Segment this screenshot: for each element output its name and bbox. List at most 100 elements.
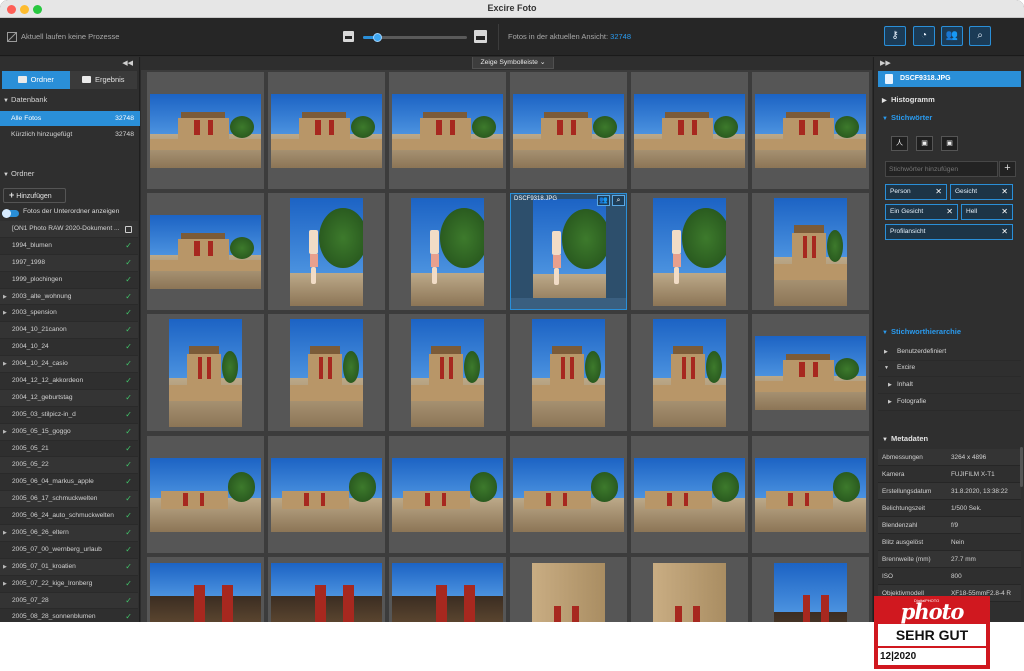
folder-item[interactable]: 2005_06_04_markus_apple ✓ bbox=[0, 474, 138, 492]
folder-item[interactable]: ▶ 2005_06_26_eltern ✓ bbox=[0, 525, 138, 542]
folders-section-header[interactable]: ▼ Ordner bbox=[0, 167, 140, 180]
folder-item[interactable]: ▶ 2003_spension ✓ bbox=[0, 305, 138, 323]
database-all-photos[interactable]: Alle Fotos 32748 bbox=[0, 111, 140, 126]
photo-thumbnail[interactable] bbox=[752, 72, 869, 189]
photo-thumbnail[interactable] bbox=[631, 436, 748, 553]
keyword-hierarchy-header[interactable]: ▼ Stichworthierarchie bbox=[878, 325, 1021, 339]
chevron-right-icon[interactable]: ▶ bbox=[3, 559, 7, 575]
metadata-section-header[interactable]: ▼ Metadaten bbox=[878, 432, 1021, 446]
photo-thumbnail[interactable] bbox=[752, 436, 869, 553]
show-symbolbar-button[interactable]: Zeige Symbolleiste ⌄ bbox=[472, 57, 554, 69]
add-folder-button[interactable]: + Hinzufügen bbox=[3, 188, 66, 203]
right-panel-scrollbar[interactable] bbox=[1020, 447, 1023, 487]
hierarchy-item[interactable]: ▼ Excire bbox=[878, 360, 1021, 377]
keyword-import-button[interactable]: ▣ bbox=[916, 136, 933, 151]
photo-thumbnail[interactable] bbox=[631, 72, 748, 189]
folder-item[interactable]: 1999_plochingen ✓ bbox=[0, 272, 138, 289]
subfolder-toggle[interactable] bbox=[2, 209, 19, 218]
keyword-export-button[interactable]: ▣ bbox=[941, 136, 958, 151]
photo-thumbnail[interactable] bbox=[752, 557, 869, 622]
keyword-tag[interactable]: Gesicht ✕ bbox=[950, 184, 1013, 200]
thumbnail-size-slider[interactable] bbox=[363, 33, 467, 42]
folder-item[interactable]: 1994_blumen ✓ bbox=[0, 238, 138, 255]
remove-tag-icon[interactable]: ✕ bbox=[935, 185, 942, 199]
tab-ordner[interactable]: Ordner bbox=[2, 71, 70, 89]
photo-thumbnail[interactable] bbox=[389, 557, 506, 622]
chevron-right-icon[interactable]: ▶ bbox=[3, 356, 7, 372]
photo-thumbnail[interactable] bbox=[147, 72, 264, 189]
photo-thumbnail[interactable] bbox=[752, 314, 869, 431]
search-button[interactable]: ⌕ bbox=[969, 26, 991, 46]
small-thumbnail-icon[interactable] bbox=[343, 31, 354, 42]
keyword-tag[interactable]: Profilansicht ✕ bbox=[885, 224, 1013, 240]
photo-thumbnail[interactable] bbox=[147, 557, 264, 622]
photo-thumbnail[interactable] bbox=[510, 557, 627, 622]
chevron-right-icon[interactable]: ▶ bbox=[3, 289, 7, 305]
similarity-search-button[interactable]: ◔ bbox=[913, 26, 935, 46]
keyword-search-button[interactable]: ⚷ bbox=[884, 26, 906, 46]
add-keyword-button[interactable]: + bbox=[999, 161, 1016, 177]
chevron-right-icon[interactable]: ▶ bbox=[3, 576, 7, 592]
folder-item[interactable]: ▶ 2005_07_22_kige_lronberg ✓ bbox=[0, 576, 138, 593]
photo-thumbnail[interactable] bbox=[510, 436, 627, 553]
face-search-icon[interactable]: 👥 bbox=[597, 195, 610, 206]
folder-item[interactable]: 2005_07_28 ✓ bbox=[0, 592, 138, 610]
histogram-section-header[interactable]: ▶ Histogramm bbox=[878, 93, 1021, 107]
keyword-tag[interactable]: Hell ✕ bbox=[961, 204, 1013, 220]
zoom-icon[interactable]: ⌕ bbox=[612, 195, 625, 206]
database-recently-added[interactable]: Kürzlich hinzugefügt 32748 bbox=[0, 127, 140, 142]
folder-item[interactable]: ▶ 2005_07_01_kroatien ✓ bbox=[0, 558, 138, 576]
hierarchy-item[interactable]: ▶ Benutzerdefiniert bbox=[878, 344, 1021, 361]
thumbnail-action-strip[interactable] bbox=[511, 298, 626, 309]
photo-thumbnail[interactable] bbox=[631, 193, 748, 310]
keyword-tag[interactable]: Person ✕ bbox=[885, 184, 947, 200]
photo-thumbnail[interactable] bbox=[147, 193, 264, 310]
photo-thumbnail[interactable] bbox=[752, 193, 869, 310]
photo-thumbnail[interactable] bbox=[147, 314, 264, 431]
database-section-header[interactable]: ▼ Datenbank bbox=[0, 93, 140, 106]
photo-thumbnail[interactable] bbox=[389, 436, 506, 553]
photo-thumbnail[interactable] bbox=[510, 72, 627, 189]
folder-item[interactable]: 2005_03_stilpicz-in_d ✓ bbox=[0, 407, 138, 424]
folder-item[interactable]: 2005_05_22 ✓ bbox=[0, 457, 138, 475]
photo-thumbnail[interactable] bbox=[631, 314, 748, 431]
remove-tag-icon[interactable]: ✕ bbox=[946, 205, 953, 219]
chevron-right-icon[interactable]: ▶ bbox=[3, 424, 7, 440]
photo-thumbnail[interactable] bbox=[389, 72, 506, 189]
folder-item[interactable]: 2004_12_geburtstag ✓ bbox=[0, 389, 138, 407]
keyword-tag[interactable]: Ein Gesicht ✕ bbox=[885, 204, 958, 220]
remove-tag-icon[interactable]: ✕ bbox=[1001, 225, 1008, 239]
folder-item[interactable]: 1997_1998 ✓ bbox=[0, 254, 138, 272]
chevron-right-icon[interactable]: ▶ bbox=[3, 525, 7, 541]
photo-thumbnail-selected[interactable]: DSCF9318.JPG 👥 ⌕ bbox=[510, 193, 627, 310]
photo-thumbnail[interactable] bbox=[268, 436, 385, 553]
folder-item[interactable]: [ON1 Photo RAW 2020-Dokument ... bbox=[0, 221, 138, 238]
keyword-input[interactable] bbox=[885, 161, 998, 177]
folder-item[interactable]: 2005_08_28_sonnenblumen ✓ bbox=[0, 609, 138, 622]
photo-thumbnail[interactable] bbox=[268, 314, 385, 431]
collapse-right-panel-button[interactable]: ▶▶ bbox=[880, 59, 891, 67]
tab-ergebnis[interactable]: Ergebnis bbox=[69, 71, 137, 89]
photo-thumbnail[interactable] bbox=[389, 193, 506, 310]
slider-handle[interactable] bbox=[372, 33, 382, 42]
photo-thumbnail[interactable] bbox=[268, 72, 385, 189]
photo-thumbnail[interactable] bbox=[268, 557, 385, 622]
hierarchy-item[interactable]: ▶ Fotografie bbox=[878, 394, 1021, 411]
photo-thumbnail[interactable] bbox=[268, 193, 385, 310]
collapse-left-panel-button[interactable]: ◀◀ bbox=[122, 59, 133, 67]
folder-item[interactable]: ▶ 2004_10_24_casio ✓ bbox=[0, 356, 138, 374]
checkbox-icon[interactable] bbox=[125, 226, 132, 233]
photo-thumbnail[interactable] bbox=[389, 314, 506, 431]
face-search-button[interactable]: 👥 bbox=[941, 26, 963, 46]
folder-item[interactable]: 2004_10_21canon ✓ bbox=[0, 322, 138, 340]
folder-item[interactable]: 2005_07_00_wernberg_urlaub ✓ bbox=[0, 542, 138, 559]
folder-item[interactable]: 2004_10_24 ✓ bbox=[0, 339, 138, 357]
large-thumbnail-icon[interactable] bbox=[474, 30, 487, 43]
folder-item[interactable]: 2005_05_21 ✓ bbox=[0, 441, 138, 458]
folder-item[interactable]: 2005_06_17_schmuckwelten ✓ bbox=[0, 491, 138, 509]
hierarchy-item[interactable]: ▶ Inhalt bbox=[878, 377, 1021, 394]
person-keyword-button[interactable]: 人 bbox=[891, 136, 908, 151]
photo-thumbnail[interactable] bbox=[510, 314, 627, 431]
photo-thumbnail[interactable] bbox=[147, 436, 264, 553]
photo-thumbnail[interactable] bbox=[631, 557, 748, 622]
